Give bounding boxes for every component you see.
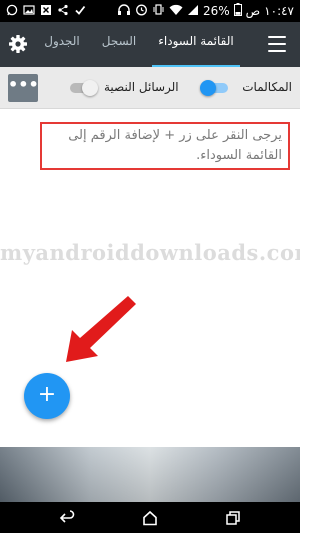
back-button[interactable] <box>58 509 76 527</box>
signal-icon <box>187 4 199 19</box>
recent-apps-button[interactable] <box>224 509 242 527</box>
calls-toggle[interactable] <box>200 80 230 96</box>
status-right-info: 26% ص ١٠:٤٧ <box>117 3 294 19</box>
vibrate-icon <box>152 3 165 19</box>
empty-state-message: يرجى النقر على زر + لإضافة الرقم إلى الق… <box>68 128 282 163</box>
status-left-icons <box>6 4 86 16</box>
add-number-button[interactable]: + <box>24 373 70 419</box>
home-button[interactable] <box>141 509 159 527</box>
red-arrow-annotation <box>66 296 136 362</box>
tab-blacklist[interactable]: القائمة السوداء <box>150 34 242 67</box>
sms-toggle[interactable] <box>68 80 98 96</box>
share-icon <box>57 4 69 16</box>
status-bar: 26% ص ١٠:٤٧ <box>0 0 300 22</box>
more-options-button[interactable]: ••• <box>8 74 39 102</box>
wifi-icon <box>169 4 183 19</box>
status-time: ١٠:٤٧ <box>264 4 294 18</box>
watermark: myandroiddownloads.com <box>0 240 300 265</box>
system-nav-bar <box>0 502 300 533</box>
calls-label: المكالمات <box>242 80 292 94</box>
home-icon <box>143 510 157 526</box>
back-icon <box>59 510 75 523</box>
tab-schedule[interactable]: الجدول <box>36 34 88 67</box>
sms-toggle-thumb <box>82 80 98 96</box>
gear-icon <box>9 35 27 53</box>
sms-label: الرسائل النصية <box>104 80 179 94</box>
headset-icon <box>117 3 131 19</box>
bottom-blurred-area <box>0 447 300 502</box>
status-ampm: ص <box>245 4 261 18</box>
close-notification-icon <box>40 4 52 16</box>
settings-button[interactable] <box>8 34 28 54</box>
app-bar: الجدول السجل القائمة السوداء <box>0 22 300 67</box>
recent-apps-icon <box>226 511 240 525</box>
battery-percent: 26% <box>202 4 230 18</box>
hamburger-menu-icon[interactable] <box>268 36 286 52</box>
tab-log[interactable]: السجل <box>94 34 144 67</box>
whatsapp-icon <box>6 4 18 16</box>
alarm-icon <box>135 3 148 19</box>
filter-toolbar: ••• الرسائل النصية المكالمات <box>0 67 300 109</box>
screen: 26% ص ١٠:٤٧ الجدول السجل القائمة السوداء… <box>0 0 300 533</box>
photo-icon <box>23 4 35 16</box>
empty-state-highlight: يرجى النقر على زر + لإضافة الرقم إلى الق… <box>40 122 290 170</box>
calls-toggle-thumb <box>200 80 216 96</box>
check-icon <box>74 4 86 16</box>
battery-icon <box>233 3 242 19</box>
